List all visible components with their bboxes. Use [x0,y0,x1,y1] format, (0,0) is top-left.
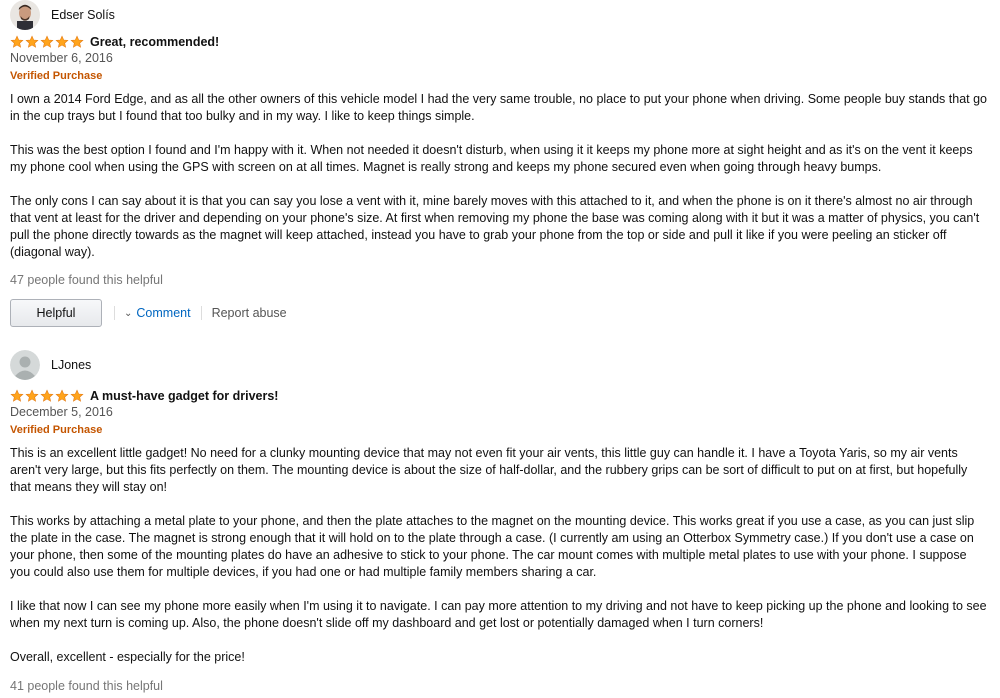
star-icon [40,35,54,48]
profile-photo-avatar[interactable] [10,0,40,30]
star-icon [40,389,54,402]
star-rating[interactable] [10,35,84,49]
review-paragraph: I like that now I can see my phone more … [10,599,987,630]
comment-link[interactable]: ⌄ Comment [124,306,191,320]
reviewer-profile[interactable]: LJones [10,350,91,380]
star-icon [55,389,69,402]
verified-purchase-badge[interactable]: Verified Purchase [10,70,102,82]
reviews-page: Edser Solís Great, recommended! November… [0,0,1000,698]
star-icon [70,389,84,402]
rating-title-row: A must-have gadget for drivers! [10,388,278,404]
star-icon [10,389,24,402]
star-rating[interactable] [10,389,84,403]
review-date: December 5, 2016 [10,405,113,419]
review-body: This is an excellent little gadget! No n… [10,445,990,683]
helpful-count: 41 people found this helpful [10,679,163,693]
star-icon [55,35,69,48]
review-title[interactable]: Great, recommended! [90,35,219,49]
helpful-button[interactable]: Helpful [10,299,102,327]
review-paragraph: This is an excellent little gadget! No n… [10,446,968,494]
comment-label[interactable]: Comment [136,306,190,320]
divider [114,306,115,320]
review-paragraph: I own a 2014 Ford Edge, and as all the o… [10,92,987,123]
star-icon [25,389,39,402]
star-icon [25,35,39,48]
star-icon [10,35,24,48]
divider [200,306,202,320]
rating-title-row: Great, recommended! [10,34,219,50]
verified-purchase-badge[interactable]: Verified Purchase [10,424,102,436]
review-actions: Helpful ⌄ Comment Report abuse [10,298,287,328]
default-avatar-icon[interactable] [10,350,40,380]
report-abuse-link[interactable]: Report abuse [212,306,287,320]
review-date: November 6, 2016 [10,51,113,65]
star-icon [70,35,84,48]
helpful-count: 47 people found this helpful [10,273,163,287]
review-body: I own a 2014 Ford Edge, and as all the o… [10,91,990,278]
review-paragraph: Overall, excellent - especially for the … [10,650,245,664]
reviewer-name[interactable]: Edser Solís [51,8,115,22]
reviewer-profile[interactable]: Edser Solís [10,0,115,30]
reviewer-name[interactable]: LJones [51,358,91,372]
review-paragraph: This was the best option I found and I'm… [10,143,973,174]
chevron-down-icon: ⌄ [124,307,133,319]
review-title[interactable]: A must-have gadget for drivers! [90,389,278,403]
review-paragraph: This works by attaching a metal plate to… [10,514,975,579]
review-paragraph: The only cons I can say about it is that… [10,194,980,259]
